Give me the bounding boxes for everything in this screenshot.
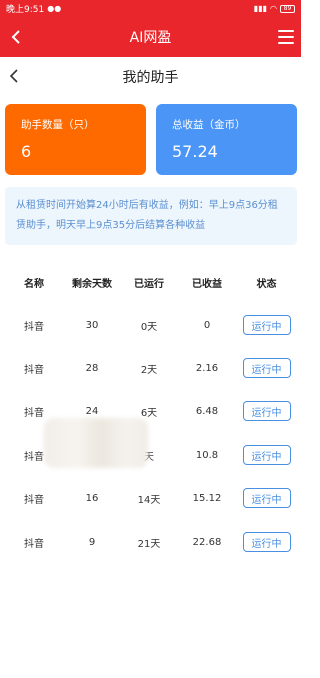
total-earnings-value: 57.24: [172, 142, 218, 161]
battery-level: 89: [283, 4, 292, 12]
row-ran: 2天: [140, 364, 158, 376]
row-name: 抖音: [24, 494, 44, 506]
row-ran: 21天: [137, 538, 161, 550]
hamburger-icon-line: [278, 42, 294, 44]
header-name: 名称: [24, 278, 44, 290]
row-status-button[interactable]: 运行中: [242, 488, 291, 508]
table-row: 抖音 30 0天 0 运行中: [0, 314, 301, 336]
table-row: 抖音 28 2天 2.16 运行中: [0, 357, 301, 379]
row-status-button[interactable]: 运行中: [242, 532, 291, 552]
row-status-button[interactable]: 运行中: [242, 445, 291, 465]
row-name: 抖音: [24, 321, 44, 333]
row-remaining-days: 16: [85, 492, 99, 504]
app-bar: AI网盈: [0, 17, 301, 57]
assistant-count-label: 助手数量（只）: [21, 119, 95, 131]
header-status: 状态: [256, 278, 277, 290]
signal-icon: ▮▮▮: [253, 3, 268, 13]
table-row: 抖音 24 6天 6.48 运行中: [0, 400, 301, 422]
row-earned: 10.8: [195, 449, 219, 461]
header-earned: 已收益: [192, 278, 222, 290]
wechat-icon: ●●: [47, 3, 62, 13]
row-name: 抖音: [24, 364, 44, 376]
table-row: 抖音 9 21天 22.68 运行中: [0, 531, 301, 553]
row-name: 抖音: [24, 407, 44, 419]
row-ran: 0天: [140, 321, 158, 333]
row-status-button[interactable]: 运行中: [242, 315, 291, 335]
row-name: 抖音: [24, 538, 44, 550]
row-status-button[interactable]: 运行中: [242, 358, 291, 378]
app-back-button[interactable]: [5, 26, 27, 48]
hamburger-icon-line: [278, 30, 294, 32]
battery-icon: 89: [280, 4, 295, 13]
menu-button[interactable]: [274, 26, 298, 48]
page-title: 我的助手: [122, 70, 179, 86]
table-row: 抖音 16 14天 15.12 运行中: [0, 487, 301, 509]
assistant-count-card: 助手数量（只） 6: [5, 104, 146, 175]
row-ran: 6天: [140, 407, 158, 419]
total-earnings-label: 总收益（金币）: [172, 119, 246, 131]
row-remaining-days: 30: [85, 319, 99, 331]
header-remaining-days: 剩余天数: [72, 278, 112, 290]
chevron-left-icon: [9, 69, 18, 83]
row-earned: 6.48: [195, 405, 219, 417]
row-ran: 14天: [137, 494, 161, 506]
chevron-left-icon: [11, 30, 20, 44]
hamburger-icon-line: [278, 36, 294, 38]
page-header: 我的助手: [0, 57, 301, 97]
table-header: 名称 剩余天数 已运行 已收益 状态: [0, 270, 301, 294]
app-title: AI网盈: [129, 30, 172, 46]
page-back-button[interactable]: [3, 65, 25, 87]
row-earned: 2.16: [195, 362, 219, 374]
total-earnings-card: 总收益（金币） 57.24: [156, 104, 297, 175]
row-remaining-days: 24: [85, 405, 99, 417]
assistant-count-value: 6: [21, 142, 32, 161]
row-earned: 0: [203, 319, 211, 331]
blurred-overlay: [44, 418, 148, 468]
status-time: 晚上9:51: [6, 5, 45, 15]
wifi-icon: ◠: [270, 3, 277, 13]
row-status-button[interactable]: 运行中: [242, 401, 291, 421]
row-remaining-days: 28: [85, 362, 99, 374]
row-earned: 15.12: [192, 492, 222, 504]
row-remaining-days: 9: [88, 536, 96, 548]
row-earned: 22.68: [192, 536, 222, 548]
earnings-notice: 从租赁时间开始算24小时后有收益，例如：早上9点36分租赁助手，明天早上9点35…: [5, 187, 297, 245]
status-bar: 晚上9:51 ●● ▮▮▮ ◠ 89: [0, 0, 301, 17]
header-ran: 已运行: [134, 278, 164, 290]
